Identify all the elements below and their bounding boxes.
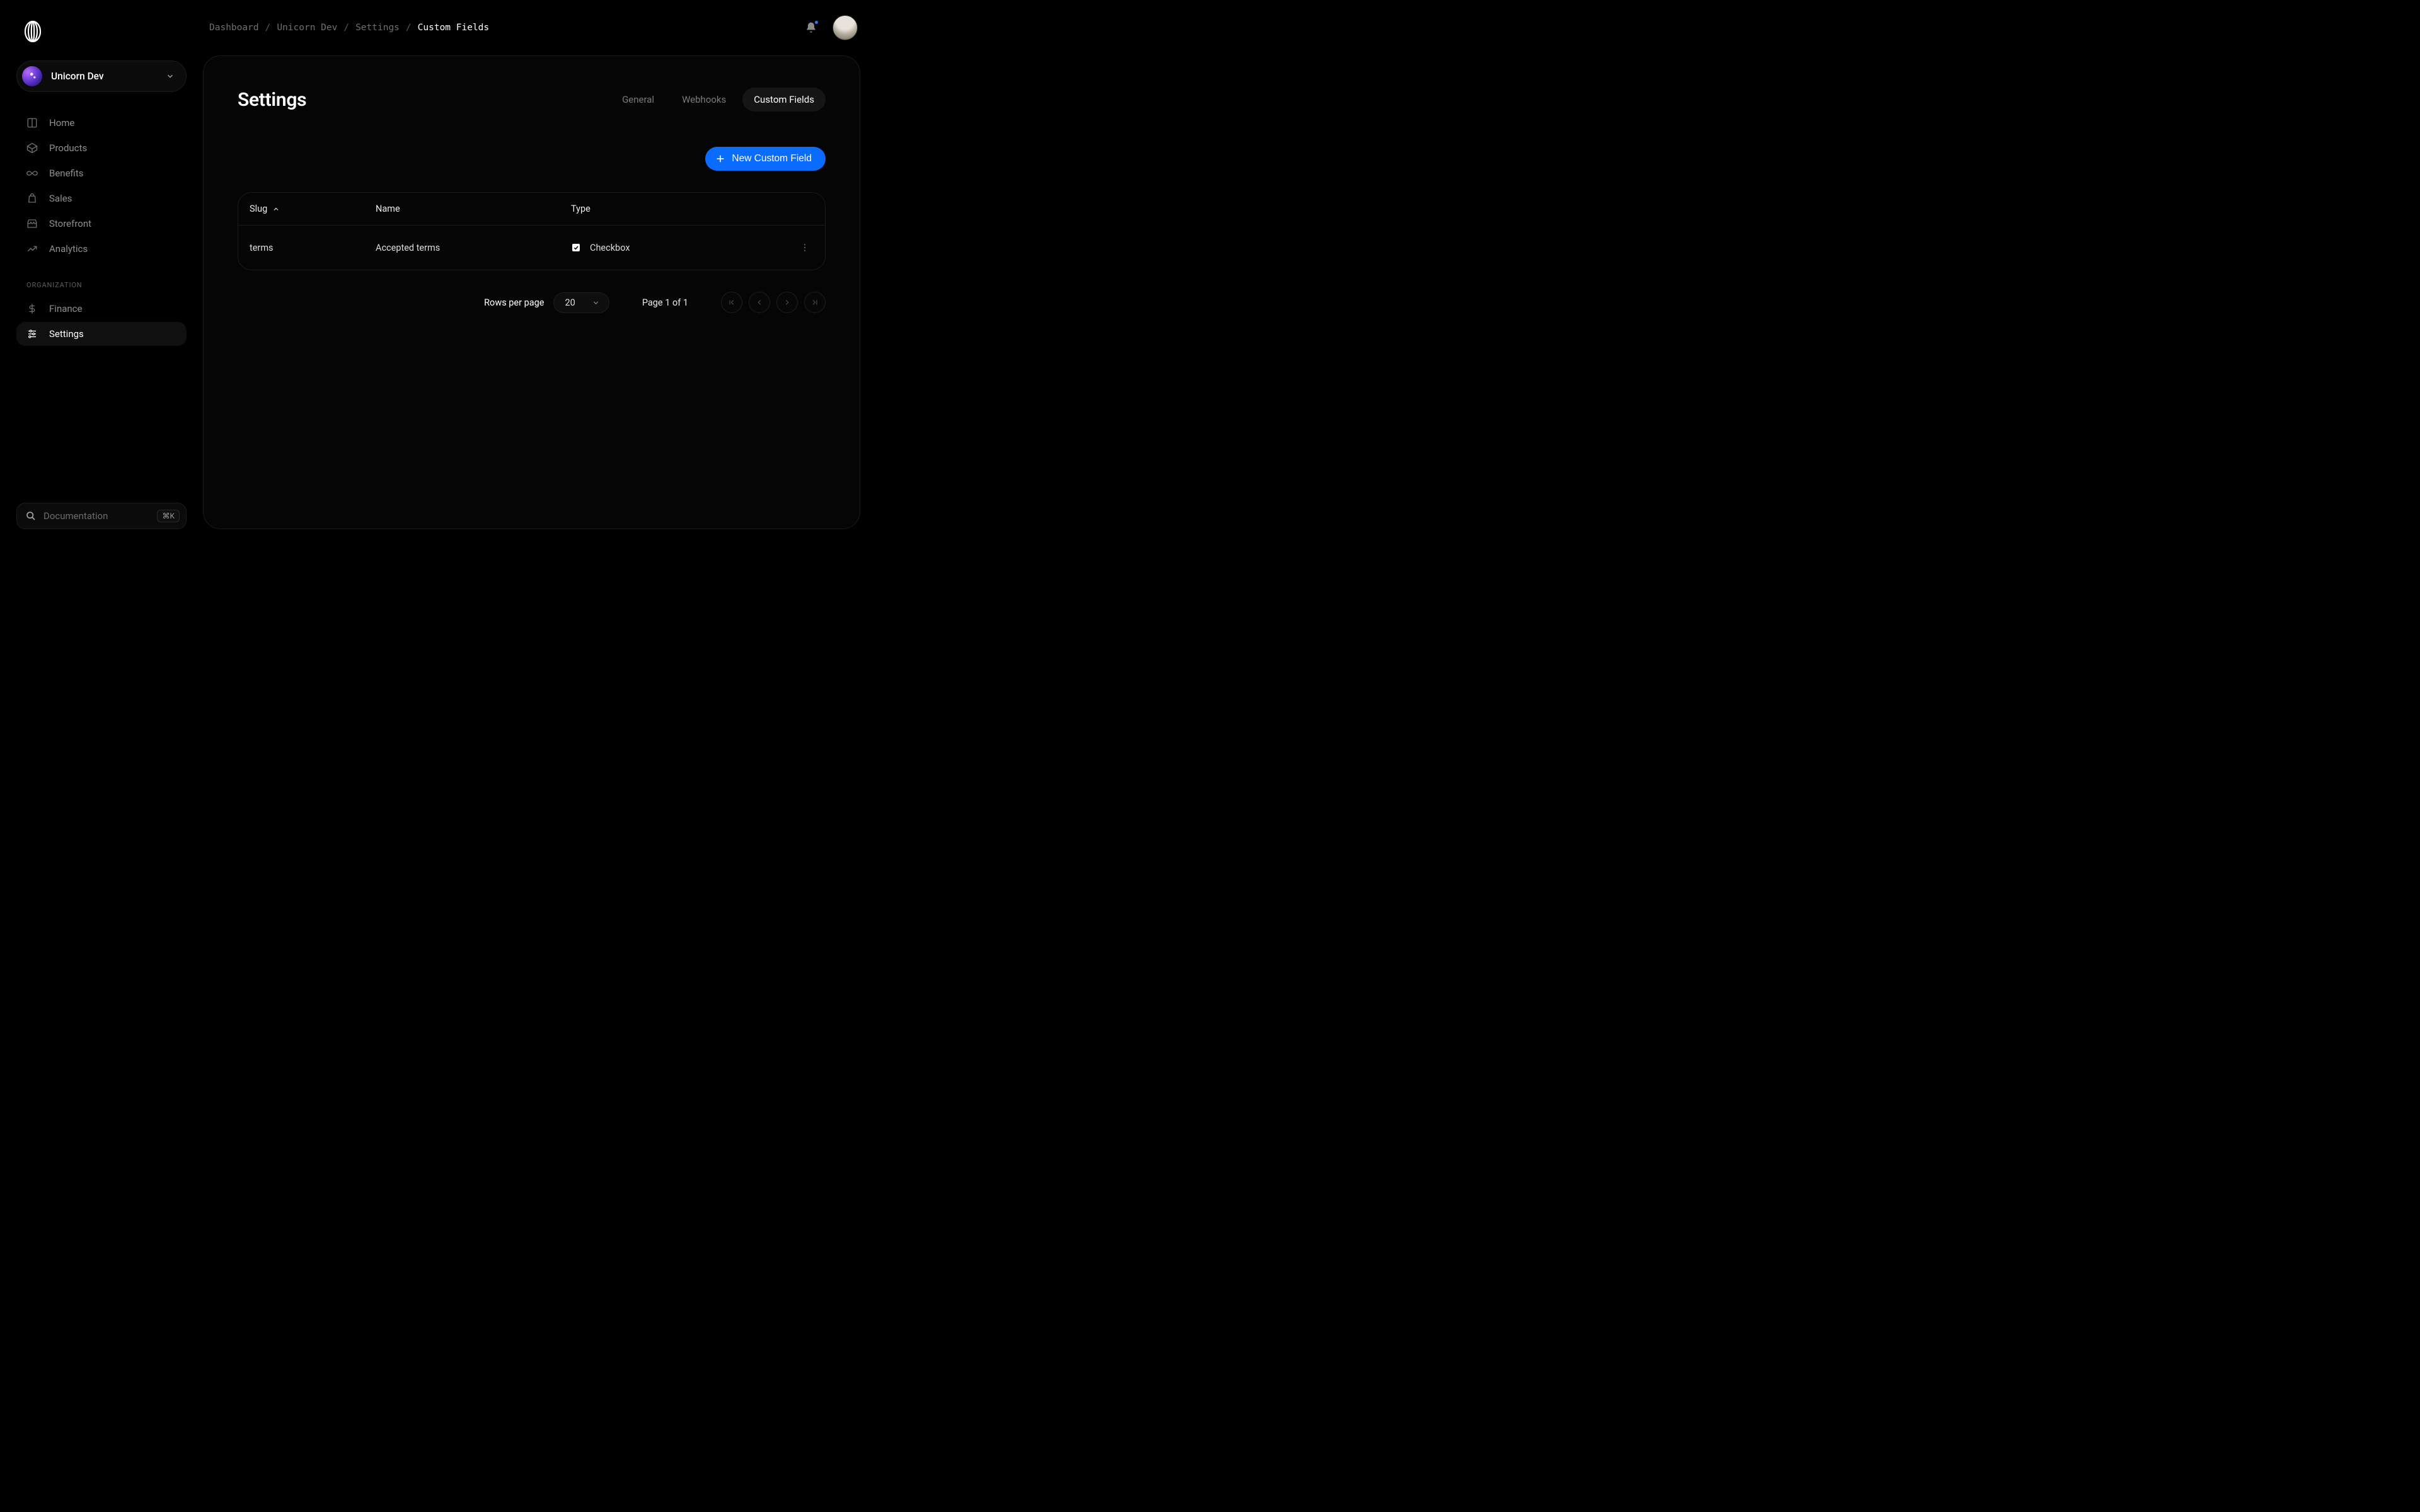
pagination: Rows per page 20 Page 1 of 1 bbox=[238, 292, 826, 313]
nav-item-storefront[interactable]: Storefront bbox=[16, 212, 187, 236]
pager-last-button[interactable] bbox=[804, 292, 826, 313]
doc-search-kbd: ⌘K bbox=[157, 510, 180, 522]
settings-tabs: General Webhooks Custom Fields bbox=[611, 88, 826, 112]
nav-label: Finance bbox=[49, 303, 82, 314]
breadcrumb-sep: / bbox=[343, 23, 349, 33]
tab-webhooks[interactable]: Webhooks bbox=[671, 88, 737, 112]
pager bbox=[721, 292, 826, 313]
documentation-search[interactable]: Documentation ⌘K bbox=[16, 503, 187, 529]
sort-asc-icon bbox=[272, 205, 280, 213]
breadcrumb-current: Custom Fields bbox=[418, 23, 490, 33]
search-icon bbox=[26, 511, 36, 521]
nav-label: Home bbox=[49, 117, 74, 129]
chevron-left-icon bbox=[755, 298, 764, 307]
nav-label: Benefits bbox=[49, 168, 84, 179]
primary-nav: Home Products Benefits Sales bbox=[16, 111, 187, 346]
trend-icon bbox=[26, 243, 38, 255]
button-label: New Custom Field bbox=[732, 153, 812, 164]
nav-label: Sales bbox=[49, 193, 72, 204]
tab-general[interactable]: General bbox=[611, 88, 666, 112]
table-header: Slug Name Type bbox=[238, 193, 825, 226]
custom-fields-table: Slug Name Type terms Accepted terms bbox=[238, 192, 826, 270]
logo-icon bbox=[24, 21, 42, 42]
user-avatar[interactable] bbox=[833, 15, 858, 40]
nav-item-analytics[interactable]: Analytics bbox=[16, 237, 187, 261]
page-title: Settings bbox=[238, 89, 306, 111]
pager-first-button[interactable] bbox=[721, 292, 742, 313]
notifications-button[interactable] bbox=[805, 21, 817, 34]
cell-slug: terms bbox=[250, 243, 376, 253]
checkbox-icon bbox=[571, 243, 581, 253]
tab-custom-fields[interactable]: Custom Fields bbox=[742, 88, 826, 112]
nav-item-settings[interactable]: Settings bbox=[16, 322, 187, 346]
sliders-icon bbox=[26, 328, 38, 340]
cell-name: Accepted terms bbox=[376, 243, 571, 253]
plus-icon bbox=[715, 154, 725, 164]
column-label: Type bbox=[571, 203, 591, 214]
sidebar: Unicorn Dev Home Products Benefits bbox=[0, 0, 203, 547]
nav-item-sales[interactable]: Sales bbox=[16, 186, 187, 210]
column-name[interactable]: Name bbox=[376, 203, 571, 214]
column-label: Name bbox=[376, 203, 400, 214]
column-label: Slug bbox=[250, 203, 267, 214]
column-slug[interactable]: Slug bbox=[250, 203, 376, 214]
type-label: Checkbox bbox=[590, 243, 630, 253]
cube-icon bbox=[26, 142, 38, 154]
cell-type: Checkbox bbox=[571, 243, 776, 253]
pager-next-button[interactable] bbox=[776, 292, 798, 313]
layout-icon bbox=[26, 117, 38, 129]
breadcrumb: Dashboard / Unicorn Dev / Settings / Cus… bbox=[209, 23, 489, 33]
nav-item-home[interactable]: Home bbox=[16, 111, 187, 135]
page-info: Page 1 of 1 bbox=[642, 297, 688, 308]
new-custom-field-button[interactable]: New Custom Field bbox=[705, 147, 826, 171]
rows-per-page-label: Rows per page bbox=[484, 297, 544, 308]
nav-label: Analytics bbox=[49, 243, 88, 255]
storefront-icon bbox=[26, 218, 38, 229]
breadcrumb-item[interactable]: Dashboard bbox=[209, 23, 259, 33]
breadcrumb-item[interactable]: Unicorn Dev bbox=[277, 23, 337, 33]
nav-section-heading: Organization bbox=[16, 281, 187, 295]
chevron-down-icon bbox=[592, 299, 600, 307]
infinity-icon bbox=[26, 168, 38, 179]
rows-per-page-value: 20 bbox=[565, 297, 575, 308]
nav-item-products[interactable]: Products bbox=[16, 136, 187, 160]
nav-item-benefits[interactable]: Benefits bbox=[16, 161, 187, 185]
org-avatar bbox=[22, 66, 42, 86]
doc-search-label: Documentation bbox=[43, 510, 149, 522]
column-type[interactable]: Type bbox=[571, 203, 776, 214]
org-switcher[interactable]: Unicorn Dev bbox=[16, 60, 187, 92]
chevrons-right-icon bbox=[810, 298, 819, 307]
notification-dot bbox=[814, 20, 819, 25]
rows-per-page-select[interactable]: 20 bbox=[553, 292, 609, 313]
chevron-down-icon bbox=[166, 72, 175, 81]
app-logo[interactable] bbox=[16, 18, 187, 45]
nav-label: Settings bbox=[49, 328, 84, 340]
chevrons-left-icon bbox=[727, 298, 736, 307]
breadcrumb-item[interactable]: Settings bbox=[355, 23, 400, 33]
chevron-right-icon bbox=[783, 298, 792, 307]
nav-item-finance[interactable]: Finance bbox=[16, 297, 187, 321]
breadcrumb-sep: / bbox=[406, 23, 412, 33]
more-vertical-icon bbox=[800, 243, 810, 253]
content-card: Settings General Webhooks Custom Fields … bbox=[203, 55, 860, 529]
bag-icon bbox=[26, 193, 38, 204]
table-row[interactable]: terms Accepted terms Checkbox bbox=[238, 226, 825, 270]
topbar: Dashboard / Unicorn Dev / Settings / Cus… bbox=[203, 0, 860, 55]
nav-label: Products bbox=[49, 142, 87, 154]
dollar-icon bbox=[26, 303, 38, 314]
pager-prev-button[interactable] bbox=[749, 292, 770, 313]
org-name: Unicorn Dev bbox=[51, 71, 157, 82]
breadcrumb-sep: / bbox=[265, 23, 271, 33]
nav-label: Storefront bbox=[49, 218, 91, 229]
row-actions-button[interactable] bbox=[796, 239, 814, 256]
